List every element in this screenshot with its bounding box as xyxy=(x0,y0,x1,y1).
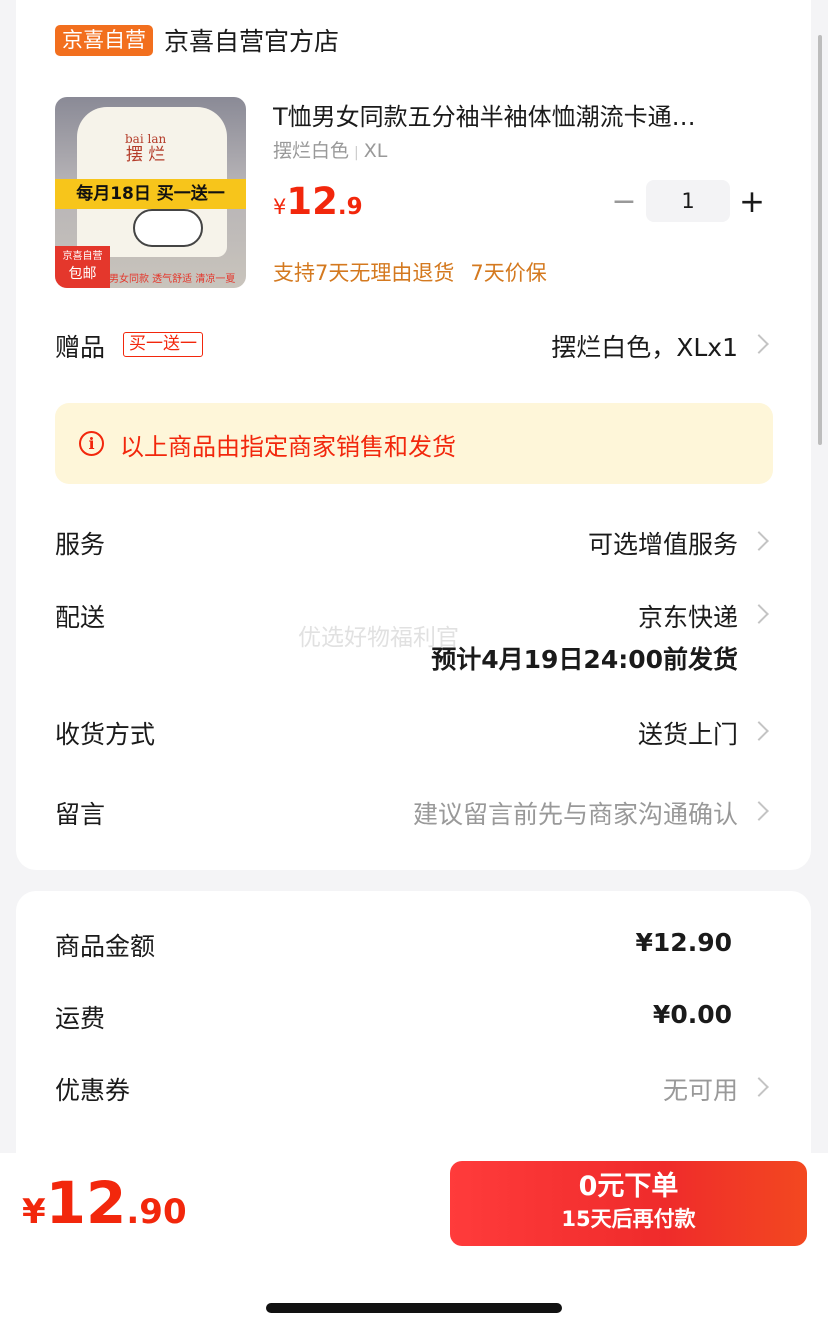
spec-color: 摆烂白色 xyxy=(273,140,350,162)
price-currency: ¥ xyxy=(273,195,287,219)
plus-icon[interactable]: + xyxy=(736,182,768,222)
coupon-value[interactable]: 无可用 xyxy=(663,1071,738,1107)
store-name[interactable]: 京喜自营官方店 xyxy=(164,22,339,58)
cat-illustration xyxy=(133,209,203,247)
pay-button-subtitle: 15天后再付款 xyxy=(561,1207,696,1231)
receive-method-label: 收货方式 xyxy=(55,720,156,749)
total-decimal: .90 xyxy=(126,1192,187,1232)
shipping-badge-label: 包邮 xyxy=(68,266,97,282)
delivery-value[interactable]: 京东快递 xyxy=(638,598,738,634)
delivery-eta: 预计4月19日24:00前发货 xyxy=(431,645,738,674)
home-indicator-area xyxy=(0,1257,828,1331)
store-badge: 京喜自营 xyxy=(55,24,153,56)
shirt-print-pinyin: bai lan xyxy=(125,132,167,146)
store-header[interactable]: 京喜自营 京喜自营官方店 xyxy=(55,22,339,58)
gift-tag: 买一送一 xyxy=(123,332,203,357)
notice-text: 以上商品由指定商家销售和发货 xyxy=(120,433,456,461)
product-image[interactable]: bai lan 摆 烂 每月18日 买一送一 男女同款 透气舒适 清凉一夏 京喜… xyxy=(55,97,246,288)
product-price: ¥12.9 xyxy=(273,180,363,223)
free-shipping-badge: 京喜自营 包邮 xyxy=(55,246,110,288)
shipping-badge-store: 京喜自营 xyxy=(62,251,103,262)
receive-method-value[interactable]: 送货上门 xyxy=(638,715,738,751)
product-spec[interactable]: 摆烂白色 | XL xyxy=(273,136,387,163)
spec-separator: | xyxy=(354,145,359,161)
message-label: 留言 xyxy=(55,800,106,829)
total-price: ¥12.90 xyxy=(22,1169,187,1237)
freight-amount: ¥0.00 xyxy=(652,1000,732,1029)
message-input[interactable]: 建议留言前先与商家沟通确认 xyxy=(413,795,738,831)
price-guarantee: 7天价保 xyxy=(470,261,547,285)
gift-label: 赠品 xyxy=(55,333,106,362)
delivery-label: 配送 xyxy=(55,603,106,632)
service-value[interactable]: 可选增值服务 xyxy=(588,525,738,561)
checkout-bar: ¥12.90 0元下单 15天后再付款 xyxy=(0,1153,828,1257)
return-guarantee: 支持7天无理由退货 xyxy=(273,261,455,285)
goods-amount: ¥12.90 xyxy=(635,928,732,957)
total-integer: 12 xyxy=(45,1169,127,1237)
total-currency: ¥ xyxy=(22,1192,46,1232)
quantity-input[interactable]: 1 xyxy=(646,180,730,222)
price-decimal: .9 xyxy=(337,194,363,220)
info-circle-icon: i xyxy=(79,431,104,456)
service-label: 服务 xyxy=(55,530,106,559)
service-guarantees: 支持7天无理由退货 7天价保 xyxy=(273,257,547,287)
pay-button-title: 0元下单 xyxy=(578,1171,679,1202)
price-integer: 12 xyxy=(286,180,338,223)
seller-notice: i 以上商品由指定商家销售和发货 xyxy=(55,403,773,484)
shirt-print-text: 摆 烂 xyxy=(125,145,166,165)
image-caption: 男女同款 透气舒适 清凉一夏 xyxy=(109,274,236,285)
goods-amount-label: 商品金额 xyxy=(55,932,156,961)
image-promo-banner: 每月18日 买一送一 xyxy=(55,179,246,209)
minus-icon[interactable]: − xyxy=(608,182,640,222)
pay-later-button[interactable]: 0元下单 15天后再付款 xyxy=(450,1161,807,1246)
home-indicator[interactable] xyxy=(266,1303,562,1313)
product-title[interactable]: T恤男女同款五分袖半袖体恤潮流卡通… xyxy=(273,97,768,132)
gift-value[interactable]: 摆烂白色，XLx1 xyxy=(551,328,738,364)
scrollbar[interactable] xyxy=(818,35,822,445)
spec-size: XL xyxy=(363,140,388,162)
coupon-label: 优惠券 xyxy=(55,1076,131,1105)
freight-label: 运费 xyxy=(55,1004,106,1033)
